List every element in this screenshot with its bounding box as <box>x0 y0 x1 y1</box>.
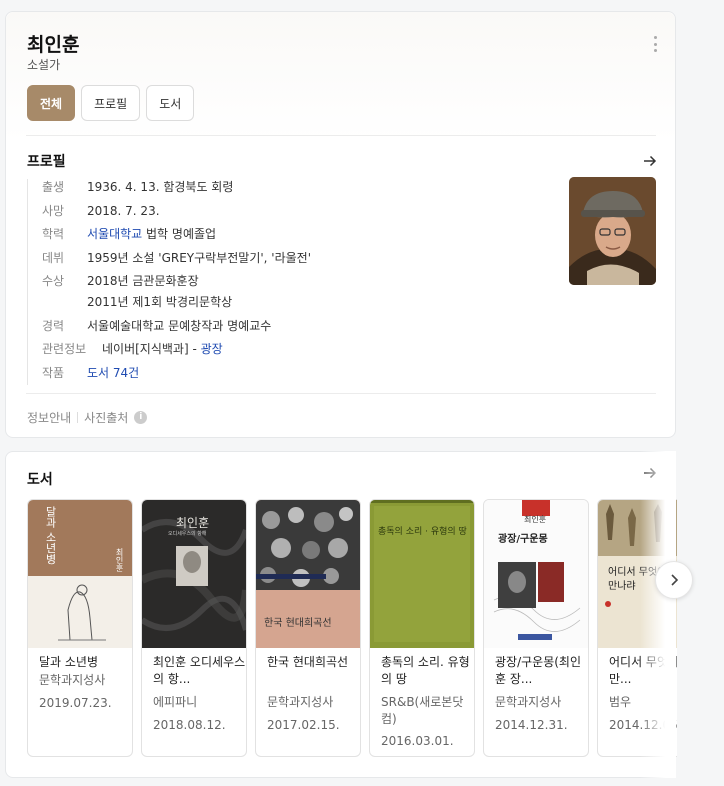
book-title[interactable]: 어디서 무엇이 되어 만... <box>609 654 677 688</box>
info-label: 데뷔 <box>42 251 65 265</box>
book-card[interactable]: 최인훈 오디세우스의 항해 최인훈 오디세우스의 항... 에피파니 2018.… <box>141 499 247 757</box>
book-publisher: SR&B(새로본닷컴) <box>381 695 464 726</box>
degree-text: 법학 명예졸업 <box>142 227 217 241</box>
book-title[interactable]: 광장/구운몽(최인훈 장... <box>495 654 588 688</box>
info-label: 수상 <box>42 274 65 288</box>
cover-author: 최인훈 <box>524 515 547 524</box>
source-info: 정보안내 사진출처 i <box>27 409 148 426</box>
info-guide-link[interactable]: 정보안내 <box>27 409 71 426</box>
book-carousel: 달과 소년병 최인훈 달과 소년병 문학과지성사 2019.07.23. 최인훈… <box>27 499 677 761</box>
person-role: 소설가 <box>27 58 61 72</box>
info-row-birth: 출생 1936. 4. 13. 함경북도 회령 <box>42 179 233 195</box>
person-name[interactable]: 최인훈 <box>27 30 79 57</box>
photo-source-link[interactable]: 사진출처 <box>84 409 128 426</box>
separator <box>77 412 79 423</box>
book-date: 2014.12.05. <box>609 718 677 732</box>
cover-title: 최인훈 <box>176 516 210 530</box>
arrow-right-icon[interactable] <box>642 465 658 481</box>
book-card[interactable]: 최인훈 광장/구운몽 광장/구운몽(최인훈 장... 문학과지성사 2014.1… <box>483 499 589 757</box>
school-link[interactable]: 서울대학교 <box>87 227 142 241</box>
info-value: 2018. 7. 23. <box>87 204 160 218</box>
books-card: 도서 달과 소년병 최인훈 달과 소년병 문학과지성사 2019.07.23. <box>5 451 677 778</box>
tab-books[interactable]: 도서 <box>146 85 195 121</box>
divider <box>26 393 656 394</box>
book-date: 2017.02.15. <box>267 718 340 732</box>
book-title[interactable]: 한국 현대희곡선 <box>267 654 360 671</box>
book-cover: 최인훈 오디세우스의 항해 <box>142 500 246 648</box>
info-label: 학력 <box>42 227 65 241</box>
more-options-icon[interactable] <box>652 36 658 52</box>
info-value: 서울예술대학교 문예창작과 명예교수 <box>87 319 272 333</box>
book-title[interactable]: 총독의 소리. 유형의 땅 <box>381 654 474 688</box>
profile-photo[interactable] <box>569 177 656 285</box>
related-link[interactable]: 광장 <box>201 342 223 356</box>
profile-section-title[interactable]: 프로필 <box>27 151 66 171</box>
book-title[interactable]: 최인훈 오디세우스의 항... <box>153 654 246 688</box>
tab-all[interactable]: 전체 <box>27 85 76 121</box>
book-title[interactable]: 달과 소년병 <box>39 654 132 671</box>
book-cover: 달과 소년병 최인훈 <box>28 500 132 648</box>
book-card[interactable]: 어디서 무엇이 되어 만나랴 어디서 무엇이 되어 만... 범우 2014.1… <box>597 499 677 757</box>
info-value: 1959년 소설 'GREY구락부전말기', '라울전' <box>87 251 312 265</box>
arrow-right-icon[interactable] <box>642 153 658 169</box>
books-section-title[interactable]: 도서 <box>27 469 53 489</box>
book-cover: 총독의 소리 · 유형의 땅 <box>370 500 474 648</box>
cover-title: 달과 소년병 <box>44 506 57 565</box>
chevron-right-icon <box>671 574 679 586</box>
info-label: 출생 <box>42 180 65 194</box>
info-row-death: 사망 2018. 7. 23. <box>42 203 160 219</box>
info-value: 네이버[지식백과] - 광장 <box>102 341 223 357</box>
info-row-related: 관련정보 네이버[지식백과] - 광장 <box>42 341 223 357</box>
book-publisher: 문학과지성사 <box>267 695 334 709</box>
book-publisher: 범우 <box>609 695 632 709</box>
cover-author: 최인훈 <box>115 548 124 572</box>
info-label: 경력 <box>42 319 65 333</box>
carousel-next-button[interactable] <box>655 561 693 599</box>
book-cover: 최인훈 광장/구운몽 <box>484 500 588 648</box>
info-row-works: 작품 도서 74건 <box>42 365 139 381</box>
profile-info-list: 출생 1936. 4. 13. 함경북도 회령 사망 2018. 7. 23. … <box>27 179 547 385</box>
info-label: 관련정보 <box>42 342 87 356</box>
tab-profile[interactable]: 프로필 <box>81 85 141 121</box>
info-value: 2011년 제1회 박경리문학상 <box>87 295 233 309</box>
book-publisher: 문학과지성사 <box>39 673 106 687</box>
book-date: 2016.03.01. <box>381 734 454 748</box>
info-row-awards: 수상 2018년 금관문화훈장 <box>42 273 199 289</box>
info-row-debut: 데뷔 1959년 소설 'GREY구락부전말기', '라울전' <box>42 250 311 266</box>
book-card[interactable]: 달과 소년병 최인훈 달과 소년병 문학과지성사 2019.07.23. <box>27 499 133 757</box>
cover-title: 한국 현대희곡선 <box>264 618 332 629</box>
tab-bar: 전체 프로필 도서 <box>27 85 195 121</box>
info-value: 서울대학교 법학 명예졸업 <box>87 226 216 242</box>
related-text: 네이버[지식백과] - <box>102 342 201 356</box>
book-date: 2018.08.12. <box>153 718 226 732</box>
profile-card: 최인훈 소설가 전체 프로필 도서 프로필 출생 1936. 4. 13. 함경… <box>5 11 676 438</box>
info-value: 2018년 금관문화훈장 <box>87 274 199 288</box>
book-publisher: 문학과지성사 <box>495 695 562 709</box>
info-row-education: 학력 서울대학교 법학 명예졸업 <box>42 226 216 242</box>
info-icon[interactable]: i <box>134 411 148 424</box>
cover-title: 광장/구운몽 <box>498 534 548 545</box>
cover-title: 총독의 소리 · 유형의 땅 <box>378 527 467 537</box>
book-publisher: 에피파니 <box>153 695 198 709</box>
info-label: 사망 <box>42 204 65 218</box>
cover-subtitle: 오디세우스의 항해 <box>168 531 207 537</box>
info-label: 작품 <box>42 366 65 380</box>
info-value: 1936. 4. 13. 함경북도 회령 <box>87 180 234 194</box>
book-card[interactable]: 한국 현대희곡선 한국 현대희곡선 문학과지성사 2017.02.15. <box>255 499 361 757</box>
book-card[interactable]: 총독의 소리 · 유형의 땅 총독의 소리. 유형의 땅 SR&B(새로본닷컴)… <box>369 499 475 757</box>
header-background <box>6 12 675 142</box>
book-date: 2019.07.23. <box>39 696 112 710</box>
book-date: 2014.12.31. <box>495 718 568 732</box>
works-link[interactable]: 도서 74건 <box>87 365 139 381</box>
book-cover: 한국 현대희곡선 <box>256 500 360 648</box>
info-row-career: 경력 서울예술대학교 문예창작과 명예교수 <box>42 318 271 334</box>
divider <box>26 135 656 136</box>
